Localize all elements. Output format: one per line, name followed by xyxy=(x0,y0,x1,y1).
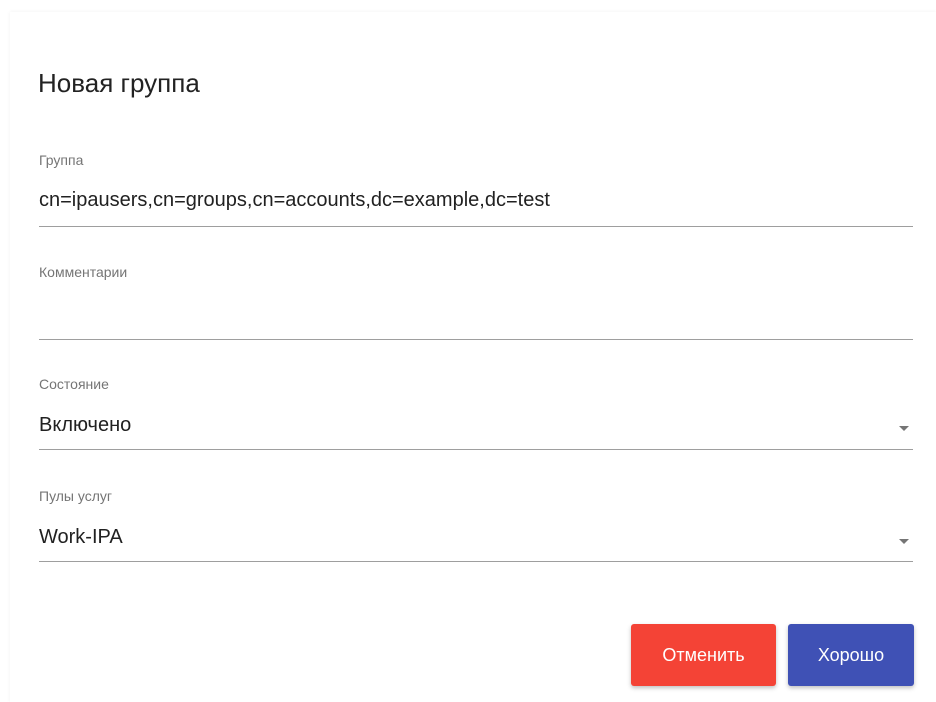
group-underline xyxy=(39,226,913,227)
group-label: Группа xyxy=(39,152,84,168)
state-label: Состояние xyxy=(39,376,109,392)
dialog-title: Новая группа xyxy=(38,68,200,98)
state-value[interactable]: Включено xyxy=(39,413,131,437)
new-group-dialog: Новая группа Группа cn=ipausers,cn=group… xyxy=(10,12,936,702)
service-pools-value[interactable]: Work-IPA xyxy=(39,525,123,549)
chevron-down-icon[interactable] xyxy=(899,539,909,544)
service-pools-underline xyxy=(39,561,913,562)
ok-button[interactable]: Хорошо xyxy=(788,624,914,686)
comment-underline xyxy=(39,339,913,340)
group-value[interactable]: cn=ipausers,cn=groups,cn=accounts,dc=exa… xyxy=(39,188,550,212)
chevron-down-icon[interactable] xyxy=(899,426,909,431)
service-pools-select[interactable]: Пулы услуг Work-IPA xyxy=(39,488,913,578)
state-select[interactable]: Состояние Включено xyxy=(39,376,913,466)
cancel-button[interactable]: Отменить xyxy=(631,624,776,686)
state-underline xyxy=(39,449,913,450)
comment-field: Комментарии xyxy=(39,264,913,354)
comment-label: Комментарии xyxy=(39,264,128,280)
service-pools-label: Пулы услуг xyxy=(39,488,112,504)
comment-input[interactable] xyxy=(39,300,913,330)
group-field: Группа cn=ipausers,cn=groups,cn=accounts… xyxy=(39,152,913,242)
